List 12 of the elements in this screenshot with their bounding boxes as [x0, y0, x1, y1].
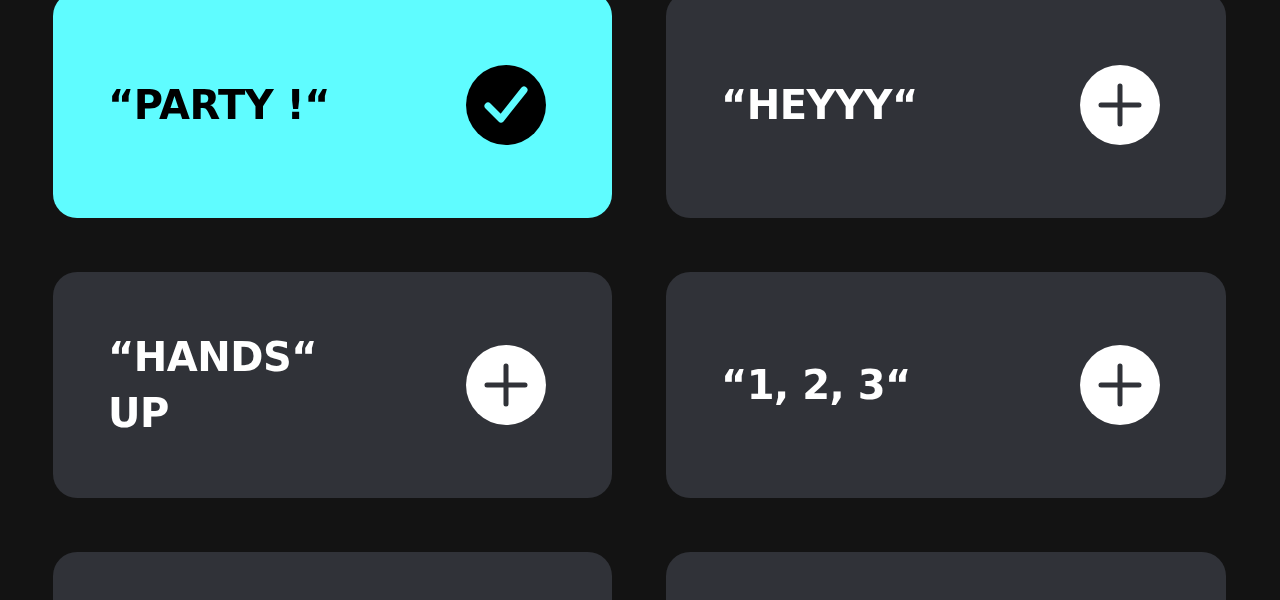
option-card[interactable]: “PARTY !“ — [53, 0, 612, 218]
option-label: “HEYYY“ — [721, 81, 918, 130]
option-label: “HANDS“ UP — [108, 333, 318, 438]
option-label: “1, 2, 3“ — [721, 361, 911, 410]
plus-icon — [1080, 65, 1160, 145]
option-card[interactable]: “HANDS“ UP — [53, 272, 612, 498]
option-label: “PARTY !“ — [108, 81, 331, 130]
option-card[interactable]: “HEYYY“ — [666, 0, 1226, 218]
plus-icon — [466, 345, 546, 425]
check-icon — [466, 65, 546, 145]
plus-icon — [1080, 345, 1160, 425]
option-card[interactable]: “1, 2, 3“ — [666, 272, 1226, 498]
